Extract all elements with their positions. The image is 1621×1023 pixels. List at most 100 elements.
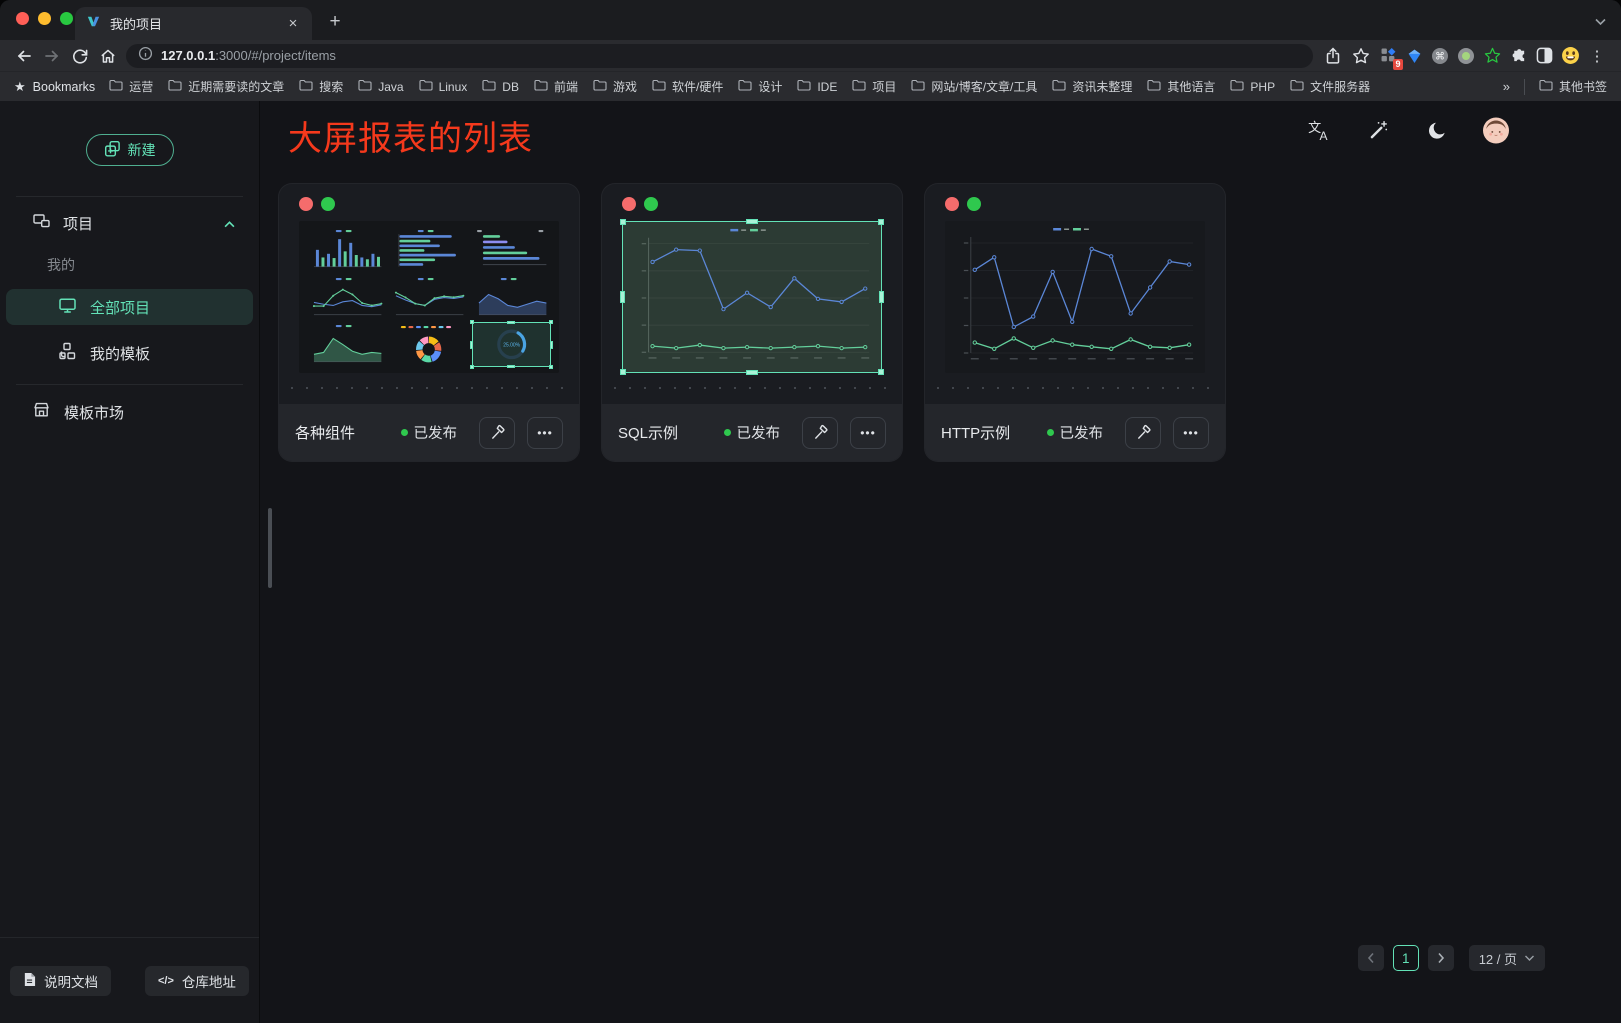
sidebar-item-my-templates[interactable]: 我的模板	[6, 335, 253, 371]
site-info-icon[interactable]	[138, 46, 153, 66]
selection-handle[interactable]	[470, 341, 473, 349]
bookmark-label: 资讯未整理	[1072, 78, 1132, 95]
edit-hammer-button[interactable]	[479, 417, 515, 449]
extension-emoji-icon[interactable]	[1557, 44, 1583, 68]
sidebar-item-template-market[interactable]: 模板市场	[6, 394, 253, 430]
other-bookmarks[interactable]: 其他书签	[1539, 78, 1607, 95]
bookmarks-divider	[1524, 79, 1525, 95]
extension-dot-icon[interactable]	[1453, 44, 1479, 68]
selection-handle[interactable]	[507, 321, 515, 324]
bookmark-item[interactable]: 设计	[738, 78, 782, 95]
edit-hammer-button[interactable]	[1125, 417, 1161, 449]
bookmark-item[interactable]: IDE	[797, 78, 837, 95]
project-card[interactable]: SQL示例 已发布 •••	[601, 183, 903, 462]
tab-close-icon[interactable]: ×	[284, 15, 302, 33]
extension-darkmode-icon[interactable]	[1531, 44, 1557, 68]
selection-handle[interactable]	[550, 341, 553, 349]
zoom-window-button[interactable]	[60, 12, 73, 25]
project-card[interactable]: 25.00% 各种组件 已发布 •••	[278, 183, 580, 462]
bookmark-item[interactable]: 资讯未整理	[1052, 78, 1132, 95]
selection-handle[interactable]	[746, 370, 758, 375]
more-options-button[interactable]: •••	[1173, 417, 1209, 449]
browser-tab[interactable]: 我的项目 ×	[75, 7, 312, 40]
card-thumbnail[interactable]	[622, 221, 882, 373]
more-options-button[interactable]: •••	[527, 417, 563, 449]
page-size-select[interactable]: 12 / 页	[1469, 945, 1545, 971]
project-card[interactable]: HTTP示例 已发布 •••	[924, 183, 1226, 462]
bookmark-label: 其他语言	[1167, 78, 1215, 95]
language-icon[interactable]: 文A	[1306, 117, 1332, 143]
tab-search-chevron-icon[interactable]	[1594, 13, 1607, 31]
goview-app: 新建 项目 我的 全部项目	[0, 101, 1621, 1023]
card-thumbnail[interactable]	[945, 221, 1205, 373]
selection-handle[interactable]	[507, 365, 515, 368]
user-avatar[interactable]	[1483, 117, 1509, 143]
extension-gem-icon[interactable]	[1401, 44, 1427, 68]
card-window-dots	[602, 184, 902, 211]
bookmark-item[interactable]: DB	[482, 78, 519, 95]
folder-icon	[1230, 79, 1244, 94]
extensions-puzzle-icon[interactable]	[1505, 44, 1531, 68]
next-page-button[interactable]	[1428, 945, 1454, 971]
chevron-up-icon[interactable]	[224, 215, 235, 232]
share-icon[interactable]	[1319, 42, 1347, 70]
bookmark-item[interactable]: PHP	[1230, 78, 1275, 95]
card-status-label: 已发布	[737, 422, 781, 443]
bookmark-item[interactable]: 近期需要读的文章	[168, 78, 284, 95]
prev-page-button[interactable]	[1358, 945, 1384, 971]
selection-handle[interactable]	[878, 369, 884, 375]
close-window-button[interactable]	[16, 12, 29, 25]
bookmark-item[interactable]: Java	[358, 78, 403, 95]
bookmark-star-icon[interactable]	[1347, 42, 1375, 70]
bookmarks-overflow-icon[interactable]: »	[1503, 79, 1510, 94]
selection-handle[interactable]	[470, 320, 474, 324]
new-tab-button[interactable]: +	[322, 9, 348, 35]
bookmark-item[interactable]: 软件/硬件	[652, 78, 723, 95]
bookmark-item[interactable]: Linux	[419, 78, 468, 95]
selection-handle[interactable]	[549, 365, 553, 369]
edit-hammer-button[interactable]	[802, 417, 838, 449]
sidebar-group-projects[interactable]: 项目	[0, 206, 259, 240]
home-icon[interactable]	[94, 42, 122, 70]
current-page-button[interactable]: 1	[1393, 945, 1419, 971]
template-flow-icon	[58, 342, 77, 364]
sidebar-item-all-projects[interactable]: 全部项目	[6, 289, 253, 325]
extension-command-icon[interactable]: ⌘	[1427, 44, 1453, 68]
selection-handle[interactable]	[620, 369, 626, 375]
bookmark-item[interactable]: 运营	[109, 78, 153, 95]
bookmark-item[interactable]: 其他语言	[1147, 78, 1215, 95]
dark-mode-moon-icon[interactable]	[1424, 117, 1450, 143]
selection-handle[interactable]	[879, 291, 884, 303]
bookmarks-manager[interactable]: ★ Bookmarks	[14, 79, 95, 95]
selection-handle[interactable]	[746, 219, 758, 224]
address-bar[interactable]: 127.0.0.1:3000/#/project/items	[126, 44, 1313, 68]
bookmark-item[interactable]: 文件服务器	[1290, 78, 1370, 95]
selection-handle[interactable]	[620, 219, 626, 225]
minimize-window-button[interactable]	[38, 12, 51, 25]
browser-menu-kebab-icon[interactable]: ⋮	[1583, 42, 1611, 70]
repo-button[interactable]: </> 仓库地址	[145, 966, 249, 996]
bookmark-item[interactable]: 前端	[534, 78, 578, 95]
scrollbar-thumb[interactable]	[268, 508, 272, 588]
bookmark-item[interactable]: 搜索	[299, 78, 343, 95]
back-icon[interactable]	[10, 42, 38, 70]
extension-grid-icon[interactable]: 9	[1375, 44, 1401, 68]
extension-star-icon[interactable]	[1479, 44, 1505, 68]
reload-icon[interactable]	[66, 42, 94, 70]
bookmark-item[interactable]: 项目	[852, 78, 896, 95]
selection-handle[interactable]	[549, 320, 553, 324]
bookmark-item[interactable]: 游戏	[593, 78, 637, 95]
bookmark-item[interactable]: 网站/博客/文章/工具	[911, 78, 1037, 95]
docs-button[interactable]: 说明文档	[10, 966, 111, 996]
new-project-button[interactable]: 新建	[86, 134, 174, 166]
card-thumbnail[interactable]: 25.00%	[299, 221, 559, 373]
selection-handle[interactable]	[470, 365, 474, 369]
more-options-button[interactable]: •••	[850, 417, 886, 449]
selection-handle[interactable]	[620, 291, 625, 303]
card-status-label: 已发布	[1060, 422, 1104, 443]
magic-wand-icon[interactable]	[1365, 117, 1391, 143]
selection-handle[interactable]	[878, 219, 884, 225]
mini-chart	[308, 276, 385, 319]
forward-icon[interactable]	[38, 42, 66, 70]
sidebar-group-label: 项目	[63, 213, 93, 234]
